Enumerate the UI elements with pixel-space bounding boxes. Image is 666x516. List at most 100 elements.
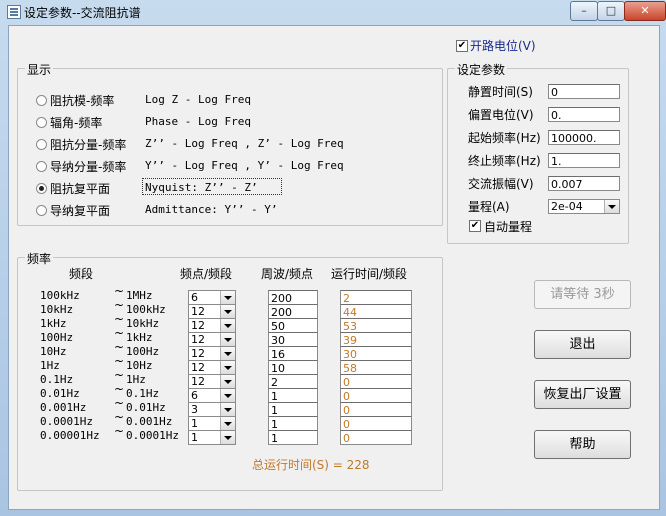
tilde: ~: [114, 424, 125, 438]
radio-admittance-plane[interactable]: [36, 205, 47, 216]
option-label[interactable]: 导纳分量-频率: [50, 158, 126, 175]
dialog-client: ✔ 开路电位(V) 显示 阻抗模-频率 Log Z - Log Freq 辐角-…: [8, 25, 660, 510]
table-row: 0.001Hz ~ 0.01Hz 3 1 0: [18, 396, 442, 417]
ac-amplitude-input[interactable]: 0.007: [548, 176, 620, 191]
tilde: ~: [114, 354, 125, 368]
radio-impedance-comp[interactable]: [36, 139, 47, 150]
range-value: 2e-04: [551, 200, 583, 213]
band-to: 100Hz: [126, 345, 160, 358]
radio-nyquist[interactable]: [36, 183, 47, 194]
open-circuit-checkbox[interactable]: ✔: [456, 40, 468, 52]
time-field: 0: [340, 430, 412, 445]
wait-button[interactable]: 请等待 3秒: [534, 280, 631, 309]
table-row: 0.1Hz ~ 1Hz 12 2 0: [18, 368, 442, 389]
rest-time-input[interactable]: 0: [548, 84, 620, 99]
option-desc: Z’’ - Log Freq , Z’ - Log Freq: [145, 137, 344, 150]
help-button[interactable]: 帮助: [534, 430, 631, 459]
band-from: 1kHz: [40, 317, 67, 330]
option-label[interactable]: 阻抗复平面: [50, 180, 110, 197]
band-from: 0.01Hz: [40, 387, 80, 400]
end-freq-input[interactable]: 1.: [548, 153, 620, 168]
band-to: 10Hz: [126, 359, 153, 372]
auto-range-label[interactable]: 自动量程: [484, 218, 532, 235]
header-time: 运行时间/频段: [331, 267, 408, 281]
chevron-down-icon[interactable]: [604, 200, 619, 213]
start-freq-input[interactable]: 100000.: [548, 130, 620, 145]
table-row: 10kHz ~ 100kHz 12 200 44: [18, 298, 442, 319]
tilde: ~: [114, 284, 125, 298]
table-row: 100Hz ~ 1kHz 12 30 39: [18, 326, 442, 347]
tilde: ~: [114, 326, 125, 340]
cycles-input[interactable]: 1: [268, 430, 318, 445]
table-row: 0.0001Hz ~ 0.001Hz 1 1 0: [18, 410, 442, 431]
params-group-title: 设定参数: [455, 61, 508, 78]
exit-button[interactable]: 退出: [534, 330, 631, 359]
radio-admittance-comp[interactable]: [36, 161, 47, 172]
option-label[interactable]: 导纳复平面: [50, 202, 110, 219]
table-row: 0.01Hz ~ 0.1Hz 6 1 0: [18, 382, 442, 403]
frequency-group: 频率 频段 频点/频段 周波/频点 运行时间/频段 100kHz ~ 1MHz …: [17, 250, 443, 491]
open-circuit-label[interactable]: 开路电位(V): [470, 37, 536, 54]
band-from: 1Hz: [40, 359, 60, 372]
band-to: 1kHz: [126, 331, 153, 344]
auto-range-checkbox[interactable]: ✔: [469, 220, 481, 232]
end-freq-label: 终止频率(Hz): [468, 154, 541, 168]
band-to: 0.01Hz: [126, 401, 166, 414]
band-from: 0.00001Hz: [40, 429, 100, 442]
band-to: 0.001Hz: [126, 415, 173, 428]
tilde: ~: [114, 368, 125, 382]
table-row: 1kHz ~ 10kHz 12 50 53: [18, 312, 442, 333]
ac-amplitude-label: 交流振幅(V): [468, 177, 534, 191]
tilde: ~: [114, 340, 125, 354]
band-to: 1MHz: [126, 289, 153, 302]
option-label[interactable]: 阻抗模-频率: [50, 92, 114, 109]
band-to: 1Hz: [126, 373, 146, 386]
restore-defaults-button[interactable]: 恢复出厂设置: [534, 380, 631, 409]
option-desc: Log Z - Log Freq: [145, 93, 251, 106]
radio-impedance-mod[interactable]: [36, 95, 47, 106]
rest-time-label: 静置时间(S): [468, 85, 533, 99]
radio-phase[interactable]: [36, 117, 47, 128]
window-title: 设定参数--交流阻抗谱: [24, 6, 141, 20]
header-cycles: 周波/频点: [261, 267, 314, 281]
table-row: 100kHz ~ 1MHz 6 200 2: [18, 284, 442, 305]
band-from: 100Hz: [40, 331, 74, 344]
table-row: 0.00001Hz ~ 0.0001Hz 1 1 0: [18, 424, 442, 445]
tilde: ~: [114, 382, 125, 396]
header-points: 频点/频段: [180, 267, 233, 281]
band-from: 0.1Hz: [40, 373, 74, 386]
start-freq-label: 起始频率(Hz): [468, 131, 541, 145]
params-group: 设定参数 静置时间(S) 0 偏置电位(V) 0. 起始频率(Hz) 10000…: [447, 61, 629, 244]
option-desc: Y’’ - Log Freq , Y’ - Log Freq: [145, 159, 344, 172]
table-row: 10Hz ~ 100Hz 12 16 30: [18, 340, 442, 361]
tilde: ~: [114, 298, 125, 312]
range-select[interactable]: 2e-04: [548, 199, 620, 214]
band-from: 0.0001Hz: [40, 415, 93, 428]
range-label: 量程(A): [468, 200, 510, 214]
app-icon: [7, 5, 21, 19]
maximize-button[interactable]: □: [597, 1, 625, 21]
bias-potential-input[interactable]: 0.: [548, 107, 620, 122]
total-runtime: 总运行时间(S) = 228: [252, 458, 370, 472]
band-from: 10kHz: [40, 303, 74, 316]
band-from: 0.001Hz: [40, 401, 87, 414]
window: 设定参数--交流阻抗谱 – □ ✕ ✔ 开路电位(V) 显示 阻抗模-频率 Lo…: [0, 0, 666, 516]
option-desc: Nyquist: Z’’ - Z’: [145, 181, 258, 194]
display-group: 显示 阻抗模-频率 Log Z - Log Freq 辐角-频率 Phase -…: [17, 61, 443, 226]
bias-potential-label: 偏置电位(V): [468, 108, 534, 122]
points-select[interactable]: 1: [188, 430, 236, 445]
table-row: 1Hz ~ 10Hz 12 10 58: [18, 354, 442, 375]
chevron-down-icon[interactable]: [220, 431, 235, 444]
option-desc: Admittance: Y’’ - Y’: [145, 203, 278, 216]
band-from: 10Hz: [40, 345, 67, 358]
minimize-button[interactable]: –: [570, 1, 598, 21]
title-bar: 设定参数--交流阻抗谱 – □ ✕: [0, 0, 666, 24]
band-to: 10kHz: [126, 317, 160, 330]
tilde: ~: [114, 396, 125, 410]
close-button[interactable]: ✕: [624, 1, 666, 21]
frequency-group-title: 频率: [25, 250, 54, 267]
band-to: 0.1Hz: [126, 387, 160, 400]
option-label[interactable]: 阻抗分量-频率: [50, 136, 126, 153]
option-label[interactable]: 辐角-频率: [50, 114, 102, 131]
tilde: ~: [114, 312, 125, 326]
